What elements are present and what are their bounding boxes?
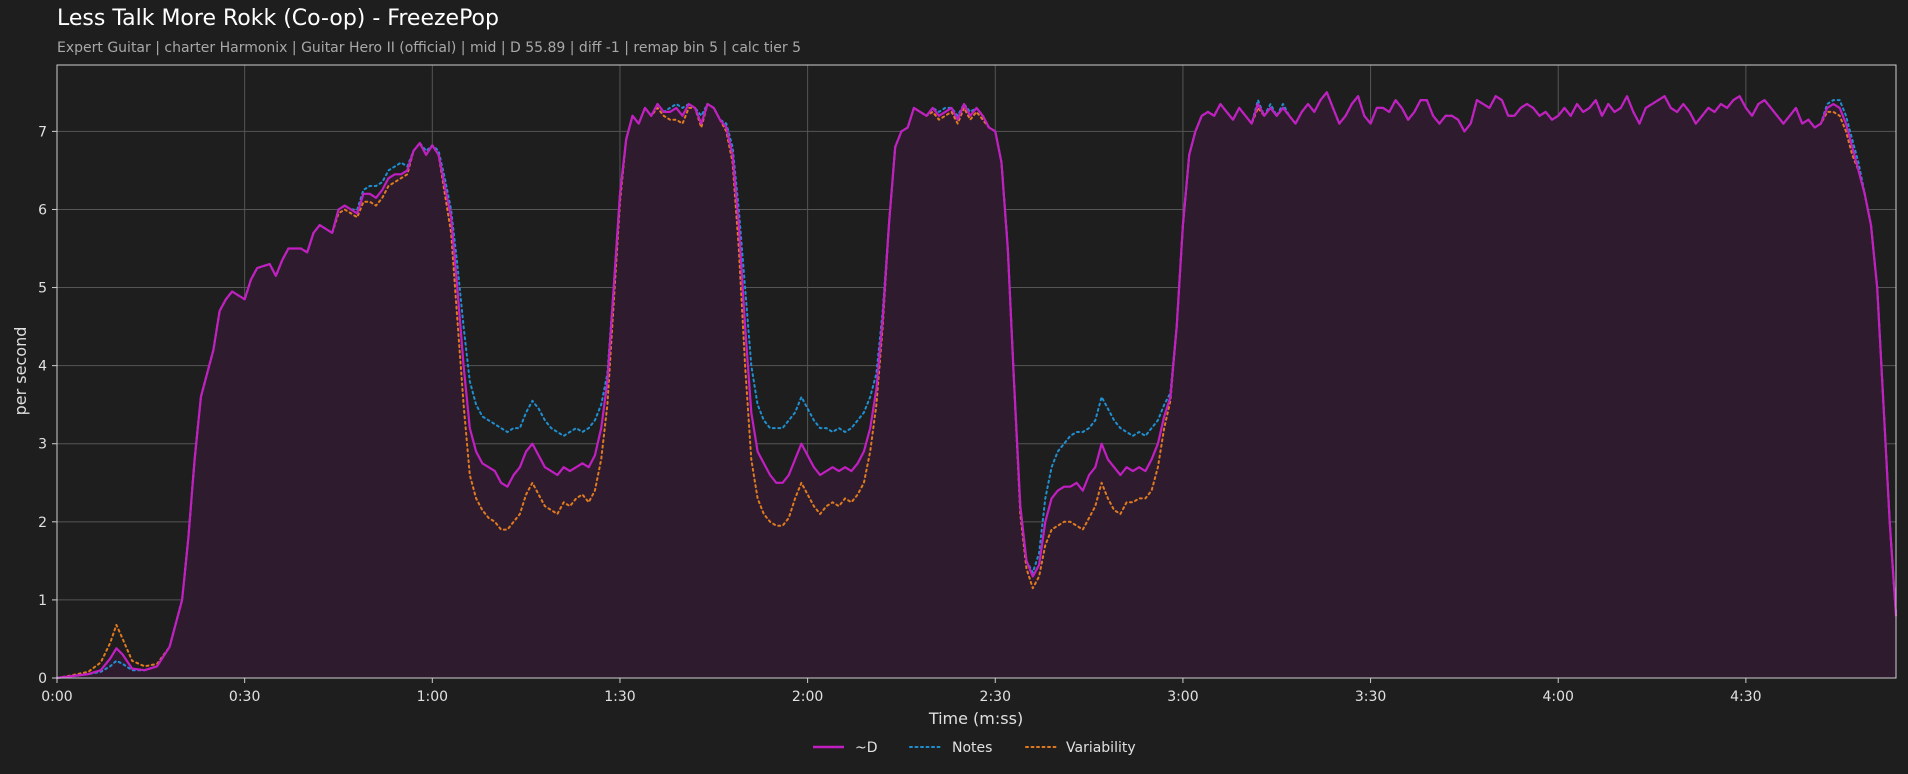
legend-label-notes: Notes (952, 740, 992, 756)
y-tick-label: 6 (38, 202, 47, 218)
x-tick-label: 0:30 (229, 689, 260, 705)
y-tick-label: 5 (38, 281, 47, 297)
y-tick-label: 7 (38, 124, 47, 140)
x-tick-label: 3:00 (1167, 689, 1198, 705)
y-tick-label: 3 (38, 437, 47, 453)
x-tick-label: 2:00 (792, 689, 823, 705)
y-axis-label: per second (11, 327, 30, 416)
y-tick-label: 4 (38, 359, 47, 375)
x-tick-label: 1:00 (417, 689, 448, 705)
line-chart: 0:00 0:30 1:00 1:30 2:00 2:30 3:00 3:30 4:00 4:30… (11, 64, 1898, 756)
legend-label-d: ~D (855, 740, 878, 756)
y-tick-label: 2 (38, 515, 47, 531)
y-tick-label: 0 (38, 671, 47, 687)
x-tick-label: 2:30 (980, 689, 1011, 705)
area-fill-d (57, 92, 1896, 679)
x-tick-label: 1:30 (604, 689, 635, 705)
x-axis-label: Time (m:ss) (928, 709, 1023, 728)
y-tick-label: 1 (38, 593, 47, 609)
x-tick-label: 4:30 (1730, 689, 1761, 705)
legend: ~D Notes Variability (813, 740, 1136, 756)
x-tick-label: 4:00 (1542, 689, 1573, 705)
legend-label-variability: Variability (1066, 740, 1136, 756)
x-tick-label: 0:00 (41, 689, 72, 705)
x-tick-label: 3:30 (1355, 689, 1386, 705)
